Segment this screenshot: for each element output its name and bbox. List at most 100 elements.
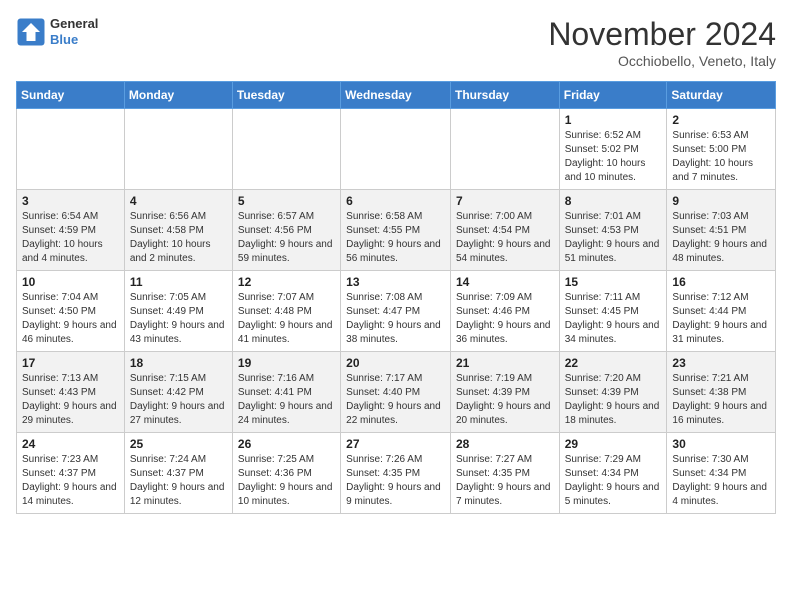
day-cell bbox=[341, 109, 451, 190]
day-info: Sunrise: 7:26 AM Sunset: 4:35 PM Dayligh… bbox=[346, 453, 445, 509]
header-day-friday: Friday bbox=[559, 82, 667, 109]
day-number: 11 bbox=[130, 275, 227, 289]
month-title: November 2024 bbox=[548, 16, 776, 53]
calendar-body: 1 Sunrise: 6:52 AM Sunset: 5:02 PM Daylig… bbox=[17, 109, 776, 514]
title-area: November 2024 Occhiobello, Veneto, Italy bbox=[548, 16, 776, 69]
day-cell: 24Sunrise: 7:23 AM Sunset: 4:37 PM Dayli… bbox=[17, 433, 125, 514]
header-day-wednesday: Wednesday bbox=[341, 82, 451, 109]
week-row-3: 17 Sunrise: 7:13 AM Sunset: 4:43 PM Dayli… bbox=[17, 352, 776, 433]
day-cell: 19 Sunrise: 7:16 AM Sunset: 4:41 PM Dayli… bbox=[232, 352, 340, 433]
day-cell bbox=[232, 109, 340, 190]
day-cell: 10 Sunrise: 7:04 AM Sunset: 4:50 PM Dayli… bbox=[17, 271, 125, 352]
day-number: 8 bbox=[565, 194, 662, 208]
day-number: 19 bbox=[238, 356, 335, 370]
day-info: Sunrise: 7:15 AM Sunset: 4:42 PM Dayligh… bbox=[130, 372, 227, 428]
day-info: Sunrise: 7:17 AM Sunset: 4:40 PM Dayligh… bbox=[346, 372, 445, 428]
day-info: Sunrise: 7:05 AM Sunset: 4:49 PM Dayligh… bbox=[130, 291, 227, 347]
day-cell: 12 Sunrise: 7:07 AM Sunset: 4:48 PM Dayli… bbox=[232, 271, 340, 352]
day-info: Sunrise: 7:30 AM Sunset: 4:34 PM Dayligh… bbox=[672, 453, 770, 509]
day-number: 16 bbox=[672, 275, 770, 289]
day-cell: 8 Sunrise: 7:01 AM Sunset: 4:53 PM Daylig… bbox=[559, 190, 667, 271]
day-info: Sunrise: 6:53 AM Sunset: 5:00 PM Dayligh… bbox=[672, 129, 770, 185]
day-number: 22 bbox=[565, 356, 662, 370]
day-number: 25 bbox=[130, 437, 227, 451]
day-cell: 18 Sunrise: 7:15 AM Sunset: 4:42 PM Dayli… bbox=[124, 352, 232, 433]
day-info: Sunrise: 7:21 AM Sunset: 4:38 PM Dayligh… bbox=[672, 372, 770, 428]
day-cell: 15Sunrise: 7:11 AM Sunset: 4:45 PM Dayli… bbox=[559, 271, 667, 352]
day-cell: 22 Sunrise: 7:20 AM Sunset: 4:39 PM Dayli… bbox=[559, 352, 667, 433]
day-number: 18 bbox=[130, 356, 227, 370]
day-number: 23 bbox=[672, 356, 770, 370]
day-number: 24 bbox=[22, 437, 119, 451]
day-cell: 4Sunrise: 6:56 AM Sunset: 4:58 PM Daylig… bbox=[124, 190, 232, 271]
day-number: 26 bbox=[238, 437, 335, 451]
logo-icon bbox=[16, 17, 46, 47]
day-info: Sunrise: 7:00 AM Sunset: 4:54 PM Dayligh… bbox=[456, 210, 554, 266]
day-cell: 6Sunrise: 6:58 AM Sunset: 4:55 PM Daylig… bbox=[341, 190, 451, 271]
day-cell: 29 Sunrise: 7:29 AM Sunset: 4:34 PM Dayli… bbox=[559, 433, 667, 514]
day-info: Sunrise: 7:19 AM Sunset: 4:39 PM Dayligh… bbox=[456, 372, 554, 428]
day-info: Sunrise: 7:07 AM Sunset: 4:48 PM Dayligh… bbox=[238, 291, 335, 347]
day-number: 10 bbox=[22, 275, 119, 289]
day-number: 27 bbox=[346, 437, 445, 451]
day-cell bbox=[124, 109, 232, 190]
day-info: Sunrise: 6:54 AM Sunset: 4:59 PM Dayligh… bbox=[22, 210, 119, 266]
day-info: Sunrise: 7:04 AM Sunset: 4:50 PM Dayligh… bbox=[22, 291, 119, 347]
day-number: 4 bbox=[130, 194, 227, 208]
day-info: Sunrise: 7:20 AM Sunset: 4:39 PM Dayligh… bbox=[565, 372, 662, 428]
day-cell bbox=[450, 109, 559, 190]
day-number: 13 bbox=[346, 275, 445, 289]
header: General Blue November 2024 Occhiobello, … bbox=[16, 16, 776, 69]
day-cell bbox=[17, 109, 125, 190]
day-number: 30 bbox=[672, 437, 770, 451]
day-cell: 5Sunrise: 6:57 AM Sunset: 4:56 PM Daylig… bbox=[232, 190, 340, 271]
day-cell: 2Sunrise: 6:53 AM Sunset: 5:00 PM Daylig… bbox=[667, 109, 776, 190]
day-info: Sunrise: 7:01 AM Sunset: 4:53 PM Dayligh… bbox=[565, 210, 662, 266]
header-day-monday: Monday bbox=[124, 82, 232, 109]
day-info: Sunrise: 6:58 AM Sunset: 4:55 PM Dayligh… bbox=[346, 210, 445, 266]
logo-top: General bbox=[50, 16, 98, 32]
day-cell: 25 Sunrise: 7:24 AM Sunset: 4:37 PM Dayli… bbox=[124, 433, 232, 514]
day-number: 1 bbox=[565, 113, 662, 127]
day-info: Sunrise: 6:52 AM Sunset: 5:02 PM Dayligh… bbox=[565, 129, 662, 185]
week-row-1: 3Sunrise: 6:54 AM Sunset: 4:59 PM Daylig… bbox=[17, 190, 776, 271]
day-info: Sunrise: 7:24 AM Sunset: 4:37 PM Dayligh… bbox=[130, 453, 227, 509]
day-cell: 13 Sunrise: 7:08 AM Sunset: 4:47 PM Dayli… bbox=[341, 271, 451, 352]
day-cell: 20 Sunrise: 7:17 AM Sunset: 4:40 PM Dayli… bbox=[341, 352, 451, 433]
day-info: Sunrise: 7:12 AM Sunset: 4:44 PM Dayligh… bbox=[672, 291, 770, 347]
day-info: Sunrise: 6:57 AM Sunset: 4:56 PM Dayligh… bbox=[238, 210, 335, 266]
day-number: 17 bbox=[22, 356, 119, 370]
day-cell: 3Sunrise: 6:54 AM Sunset: 4:59 PM Daylig… bbox=[17, 190, 125, 271]
day-info: Sunrise: 7:16 AM Sunset: 4:41 PM Dayligh… bbox=[238, 372, 335, 428]
day-info: Sunrise: 7:08 AM Sunset: 4:47 PM Dayligh… bbox=[346, 291, 445, 347]
day-cell: 7 Sunrise: 7:00 AM Sunset: 4:54 PM Daylig… bbox=[450, 190, 559, 271]
week-row-4: 24Sunrise: 7:23 AM Sunset: 4:37 PM Dayli… bbox=[17, 433, 776, 514]
day-info: Sunrise: 7:09 AM Sunset: 4:46 PM Dayligh… bbox=[456, 291, 554, 347]
logo: General Blue bbox=[16, 16, 98, 47]
week-row-0: 1 Sunrise: 6:52 AM Sunset: 5:02 PM Daylig… bbox=[17, 109, 776, 190]
day-cell: 11 Sunrise: 7:05 AM Sunset: 4:49 PM Dayli… bbox=[124, 271, 232, 352]
day-number: 20 bbox=[346, 356, 445, 370]
day-info: Sunrise: 7:25 AM Sunset: 4:36 PM Dayligh… bbox=[238, 453, 335, 509]
calendar-header: SundayMondayTuesdayWednesdayThursdayFrid… bbox=[17, 82, 776, 109]
day-cell: 9Sunrise: 7:03 AM Sunset: 4:51 PM Daylig… bbox=[667, 190, 776, 271]
day-cell: 28Sunrise: 7:27 AM Sunset: 4:35 PM Dayli… bbox=[450, 433, 559, 514]
day-number: 14 bbox=[456, 275, 554, 289]
day-number: 7 bbox=[456, 194, 554, 208]
day-cell: 30 Sunrise: 7:30 AM Sunset: 4:34 PM Dayli… bbox=[667, 433, 776, 514]
day-number: 28 bbox=[456, 437, 554, 451]
day-info: Sunrise: 7:03 AM Sunset: 4:51 PM Dayligh… bbox=[672, 210, 770, 266]
header-day-tuesday: Tuesday bbox=[232, 82, 340, 109]
day-cell: 21Sunrise: 7:19 AM Sunset: 4:39 PM Dayli… bbox=[450, 352, 559, 433]
day-info: Sunrise: 7:13 AM Sunset: 4:43 PM Dayligh… bbox=[22, 372, 119, 428]
header-row: SundayMondayTuesdayWednesdayThursdayFrid… bbox=[17, 82, 776, 109]
header-day-sunday: Sunday bbox=[17, 82, 125, 109]
day-number: 15 bbox=[565, 275, 662, 289]
logo-text: General Blue bbox=[50, 16, 98, 47]
day-cell: 23 Sunrise: 7:21 AM Sunset: 4:38 PM Dayli… bbox=[667, 352, 776, 433]
logo-bottom: Blue bbox=[50, 32, 98, 48]
day-number: 12 bbox=[238, 275, 335, 289]
day-number: 29 bbox=[565, 437, 662, 451]
header-day-thursday: Thursday bbox=[450, 82, 559, 109]
day-info: Sunrise: 7:29 AM Sunset: 4:34 PM Dayligh… bbox=[565, 453, 662, 509]
